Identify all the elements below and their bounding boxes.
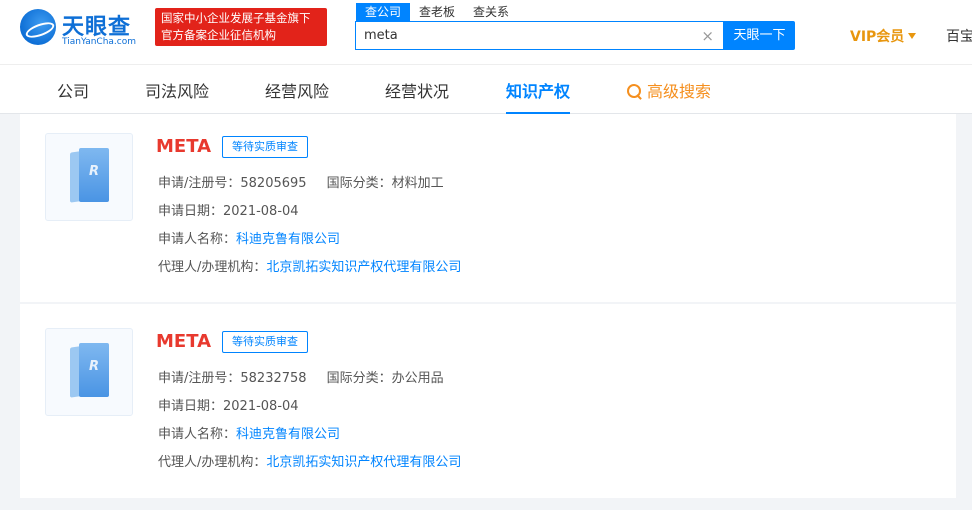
tab-boss[interactable]: 查老板 <box>410 3 464 21</box>
trademark-card: R META 等待实质审查 申请/注册号：58232758 国际分类：办公用品 申… <box>20 304 956 498</box>
applicant-link[interactable]: 科迪克鲁有限公司 <box>236 427 340 442</box>
clear-icon[interactable]: × <box>701 27 714 45</box>
intl-class-value: 办公用品 <box>391 371 444 386</box>
search-type-tabs: 查公司 查老板 查关系 <box>356 3 518 21</box>
applicant-label: 申请人名称： <box>158 427 237 442</box>
agency-link[interactable]: 北京凯拓实知识产权代理有限公司 <box>266 455 461 470</box>
applicant-row: 申请人名称：科迪克鲁有限公司 <box>158 427 340 443</box>
vip-label: VIP会员 <box>850 29 905 45</box>
reg-info-row: 申请/注册号：58205695 国际分类：材料加工 <box>158 176 444 192</box>
nav-operating-status[interactable]: 经营状况 <box>385 78 449 102</box>
trademark-image[interactable]: R <box>45 328 133 416</box>
trademark-image[interactable]: R <box>45 133 133 221</box>
applicant-row: 申请人名称：科迪克鲁有限公司 <box>158 232 340 248</box>
nav-operating-risk[interactable]: 经营风险 <box>265 78 329 102</box>
trademark-name[interactable]: META <box>156 331 211 352</box>
agency-link[interactable]: 北京凯拓实知识产权代理有限公司 <box>266 260 461 275</box>
logo-domain: TianYanCha.com <box>62 37 137 47</box>
applicant-link[interactable]: 科迪克鲁有限公司 <box>236 232 340 247</box>
status-badge: 等待实质审查 <box>222 331 308 353</box>
nav-legal-risk[interactable]: 司法风险 <box>145 78 209 102</box>
tianyancha-logo[interactable]: 天眼查 TianYanCha.com <box>20 9 144 49</box>
vip-menu[interactable]: VIP会员 <box>850 26 917 46</box>
agency-label: 代理人/办理机构： <box>158 260 267 275</box>
tab-company[interactable]: 查公司 <box>356 3 411 21</box>
search-icon <box>627 84 641 98</box>
search-box: × <box>355 21 724 50</box>
apply-date-label: 申请日期： <box>158 399 224 414</box>
tab-relation[interactable]: 查关系 <box>464 3 518 21</box>
status-badge: 等待实质审查 <box>222 136 308 158</box>
baibao-menu[interactable]: 百宝 <box>946 26 972 46</box>
trademark-name[interactable]: META <box>156 136 211 157</box>
promo-line-1: 国家中小企业发展子基金旗下 <box>161 11 311 25</box>
applicant-label: 申请人名称： <box>158 232 237 247</box>
book-icon: R <box>70 343 110 399</box>
search-input[interactable] <box>356 22 686 49</box>
reg-no-value: 58205695 <box>240 176 307 191</box>
top-bar: 天眼查 TianYanCha.com 国家中小企业发展子基金旗下 官方备案企业征… <box>0 0 972 64</box>
nav-company[interactable]: 公司 <box>57 78 89 102</box>
promo-line-2: 官方备案企业征信机构 <box>161 28 276 42</box>
nav-advanced-search[interactable]: 高级搜索 <box>627 78 711 102</box>
agency-row: 代理人/办理机构：北京凯拓实知识产权代理有限公司 <box>158 260 461 276</box>
apply-date-row: 申请日期：2021-08-04 <box>158 204 299 220</box>
apply-date-value: 2021-08-04 <box>223 204 299 219</box>
reg-no-label: 申请/注册号： <box>158 371 241 386</box>
search-button[interactable]: 天眼一下 <box>724 21 795 50</box>
intl-class-label: 国际分类： <box>326 371 392 386</box>
book-icon: R <box>70 148 110 204</box>
advanced-search-label: 高级搜索 <box>647 82 712 101</box>
category-nav: 公司 司法风险 经营风险 经营状况 知识产权 高级搜索 <box>0 64 972 114</box>
reg-no-label: 申请/注册号： <box>158 176 241 191</box>
agency-label: 代理人/办理机构： <box>158 455 267 470</box>
reg-info-row: 申请/注册号：58232758 国际分类：办公用品 <box>158 371 444 387</box>
intl-class-label: 国际分类： <box>326 176 392 191</box>
intl-class-value: 材料加工 <box>391 176 444 191</box>
reg-no-value: 58232758 <box>240 371 307 386</box>
eye-logo-icon <box>20 9 56 45</box>
caret-down-icon <box>908 33 917 39</box>
apply-date-label: 申请日期： <box>158 204 224 219</box>
trademark-card: R META 等待实质审查 申请/注册号：58205695 国际分类：材料加工 申… <box>20 114 956 302</box>
nav-intellectual-property[interactable]: 知识产权 <box>506 78 570 102</box>
agency-row: 代理人/办理机构：北京凯拓实知识产权代理有限公司 <box>158 455 461 471</box>
promo-banner[interactable]: 国家中小企业发展子基金旗下 官方备案企业征信机构 <box>155 8 327 46</box>
apply-date-value: 2021-08-04 <box>223 399 299 414</box>
apply-date-row: 申请日期：2021-08-04 <box>158 399 299 415</box>
